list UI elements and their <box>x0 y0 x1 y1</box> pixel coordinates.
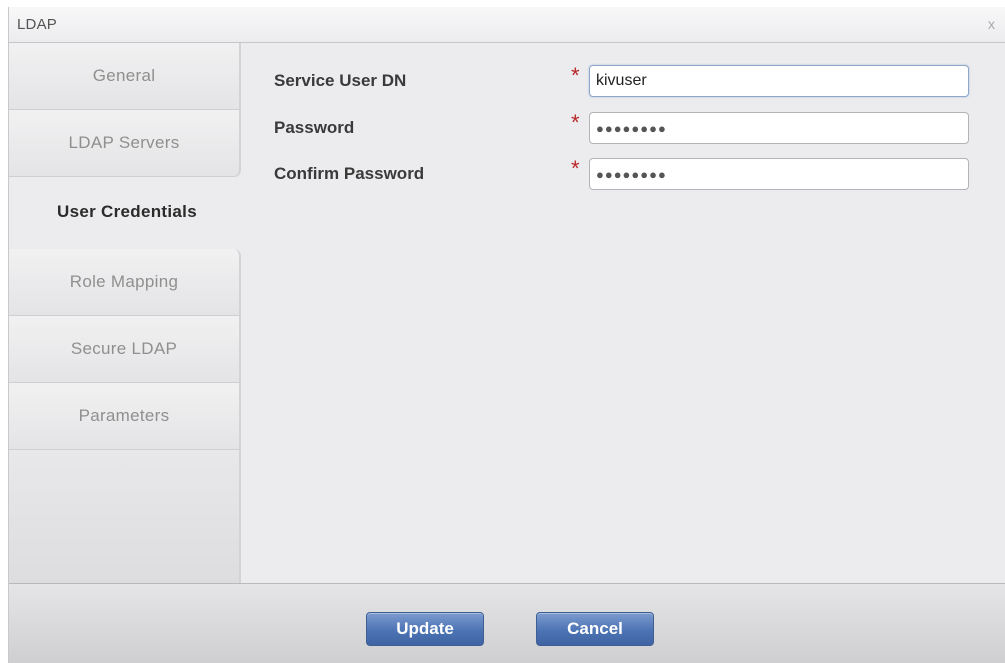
password-label: Password <box>274 118 355 137</box>
sidebar-item-role-mapping[interactable]: Role Mapping <box>9 249 241 316</box>
service-user-dn-input[interactable] <box>589 65 969 97</box>
sidebar-item-secure-ldap[interactable]: Secure LDAP <box>9 316 241 383</box>
service-user-dn-label: Service User DN <box>274 71 407 90</box>
title-bar: LDAP x <box>9 7 1005 43</box>
dialog-footer: Update Cancel <box>9 583 1005 663</box>
form-row-service-user-dn: Service User DN * <box>249 63 969 99</box>
form-row-confirm-password: Confirm Password * <box>249 156 969 192</box>
required-marker: * <box>571 110 580 135</box>
sidebar-nav: General LDAP Servers User Credentials Ro… <box>9 43 245 583</box>
sidebar-empty-area <box>9 450 241 583</box>
cancel-button[interactable]: Cancel <box>536 612 654 646</box>
user-credentials-panel: Service User DN * Password * Confirm Pas… <box>249 43 1005 583</box>
sidebar-item-user-credentials[interactable]: User Credentials <box>9 179 245 245</box>
sidebar-item-label: User Credentials <box>57 202 197 221</box>
required-marker: * <box>571 156 580 181</box>
confirm-password-label: Confirm Password <box>274 164 425 183</box>
sidebar-item-label: Parameters <box>78 406 170 425</box>
sidebar-item-parameters[interactable]: Parameters <box>9 383 241 450</box>
sidebar-item-label: LDAP Servers <box>68 133 180 152</box>
sidebar-item-label: Role Mapping <box>69 272 179 291</box>
update-button[interactable]: Update <box>366 612 484 646</box>
sidebar-item-general[interactable]: General <box>9 43 241 110</box>
form-row-password: Password * <box>249 110 969 146</box>
password-input[interactable] <box>589 112 969 144</box>
sidebar-item-ldap-servers[interactable]: LDAP Servers <box>9 110 241 177</box>
sidebar-item-label: General <box>92 66 156 85</box>
sidebar-item-label: Secure LDAP <box>70 339 178 358</box>
dialog-title: LDAP <box>17 16 57 33</box>
required-marker: * <box>571 63 580 88</box>
confirm-password-input[interactable] <box>589 158 969 190</box>
close-icon[interactable]: x <box>988 16 995 32</box>
ldap-dialog: LDAP x General LDAP Servers User Credent… <box>8 7 1005 663</box>
